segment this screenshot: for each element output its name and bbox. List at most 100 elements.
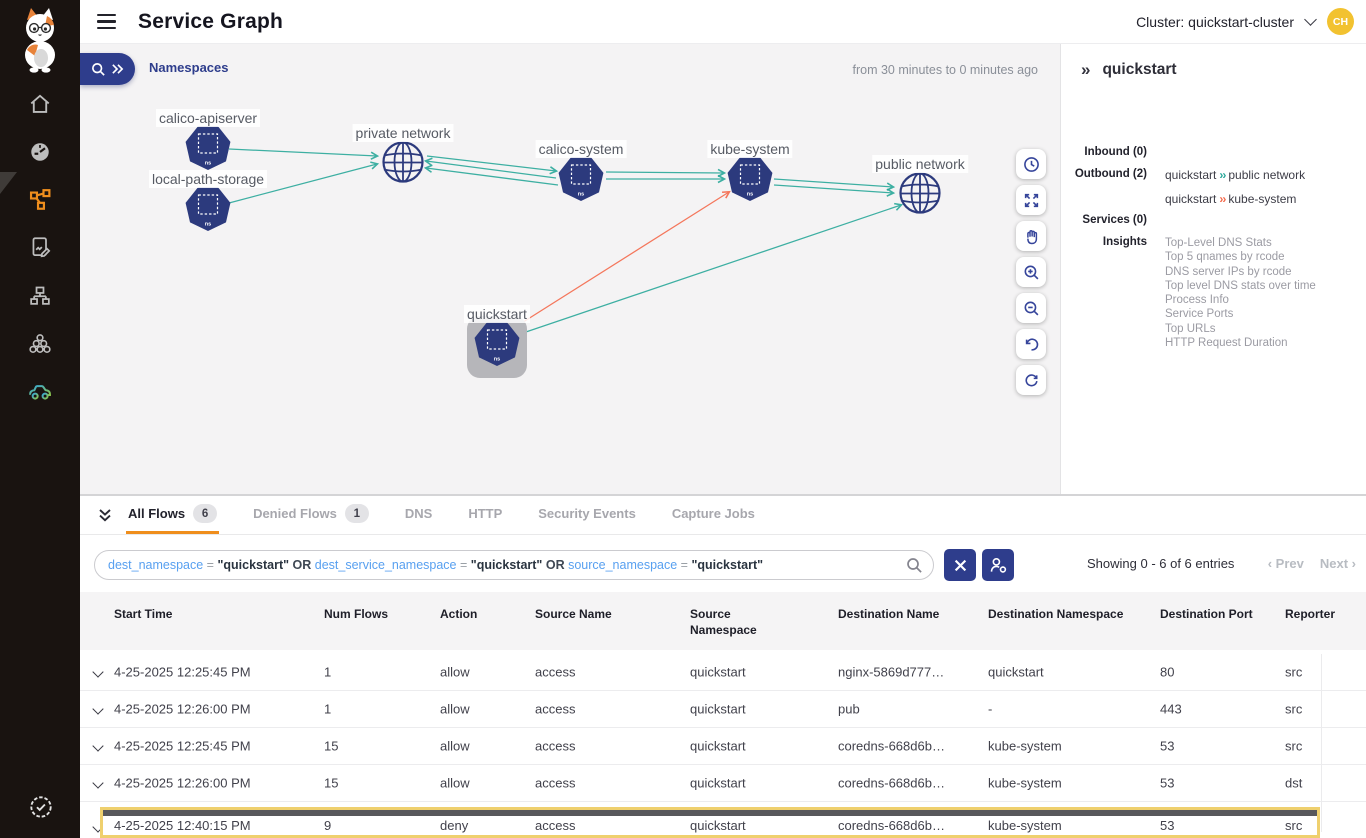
customize-columns-button[interactable] — [982, 549, 1014, 581]
panel-collapse-button[interactable] — [94, 496, 116, 534]
flows-panel: All Flows6 Denied Flows1 DNS HTTP Security E… — [80, 494, 1366, 838]
zoom-in-button[interactable] — [1016, 257, 1046, 287]
flow-row-highlighted[interactable]: 4-25-2025 12:40:15 PM9denyaccessquicksta… — [100, 807, 1320, 838]
sidebar-item-network-infrastructure[interactable] — [18, 276, 62, 316]
column-header-destination-port[interactable]: Destination Port — [1160, 606, 1255, 622]
edge-calico-system-to-private-network — [426, 168, 558, 185]
flow-cell: quickstart — [690, 739, 746, 754]
sidebar-item-policies[interactable] — [18, 227, 62, 267]
pan-button[interactable] — [1016, 221, 1046, 251]
menu-toggle-button[interactable] — [94, 9, 120, 35]
insight-link[interactable]: Top 5 qnames by rcode — [1165, 250, 1316, 264]
flow-row[interactable]: 4-25-2025 12:26:00 PM1allowaccessquickst… — [80, 691, 1366, 728]
query-token-op: = — [457, 558, 471, 572]
tab-all-flows[interactable]: All Flows6 — [126, 496, 219, 534]
flow-cell: 443 — [1160, 702, 1182, 717]
sidebar-item-compliance-car[interactable] — [18, 371, 62, 411]
graph-node-local-path-storage[interactable]: ns — [186, 187, 231, 231]
graph-node-quickstart[interactable]: ns — [467, 316, 527, 378]
flow-cell: access — [535, 702, 575, 717]
tab-security-events[interactable]: Security Events — [536, 496, 638, 534]
insight-link[interactable]: HTTP Request Duration — [1165, 336, 1316, 350]
time-range-button[interactable] — [1016, 149, 1046, 179]
horizontal-scrollbar[interactable] — [103, 810, 1317, 816]
flow-cell: 53 — [1160, 818, 1174, 833]
flow-cell: coredns-668d6b… — [838, 818, 945, 833]
undo-button[interactable] — [1016, 329, 1046, 359]
tab-dns[interactable]: DNS — [403, 496, 434, 534]
flow-cell: quickstart — [690, 702, 746, 717]
fit-view-button[interactable] — [1016, 185, 1046, 215]
column-header-num-flows[interactable]: Num Flows — [324, 606, 424, 622]
query-token-op: = — [203, 558, 217, 572]
chevron-down-icon[interactable] — [1304, 13, 1317, 26]
refresh-icon — [1023, 372, 1040, 389]
graph-node-private-network[interactable] — [384, 143, 423, 182]
service-graph-canvas[interactable]: nsnsnsnsns calico-apiserverlocal-path-st… — [80, 44, 1060, 494]
graph-node-kube-system[interactable]: ns — [728, 157, 773, 201]
flow-row[interactable]: 4-25-2025 12:25:45 PM1allowaccessquickst… — [80, 654, 1366, 691]
tab-denied-flows[interactable]: Denied Flows1 — [251, 496, 371, 534]
row-expand-chevron[interactable] — [92, 666, 103, 677]
insight-link[interactable]: Top URLs — [1165, 322, 1316, 336]
column-header-start-time[interactable]: Start Time — [114, 606, 314, 622]
next-page-button[interactable]: Next › — [1320, 556, 1356, 571]
row-expand-chevron[interactable] — [92, 777, 103, 788]
calico-cat-logo[interactable] — [10, 6, 70, 74]
user-settings-icon — [989, 556, 1008, 575]
flow-cell: quickstart — [690, 818, 746, 833]
clear-filter-button[interactable] — [944, 549, 976, 581]
top-bar: Service Graph Cluster: quickstart-cluste… — [80, 0, 1366, 44]
insight-link[interactable]: Process Info — [1165, 293, 1316, 307]
flow-cell: 53 — [1160, 739, 1174, 754]
flow-cell: 4-25-2025 12:25:45 PM — [114, 739, 251, 754]
node-details-panel: » quickstart Inbound (0) Outbound (2) qu… — [1060, 44, 1366, 494]
sidebar-item-dashboards[interactable] — [18, 132, 62, 172]
sidebar-item-verified-badge[interactable] — [24, 790, 58, 824]
flow-row[interactable]: 4-25-2025 12:26:00 PM15allowaccessquicks… — [80, 765, 1366, 802]
flow-row[interactable]: 4-25-2025 12:25:45 PM15allowaccessquicks… — [80, 728, 1366, 765]
sidebar-item-home[interactable] — [18, 84, 62, 124]
node-label-calico-system: calico-system — [536, 140, 627, 158]
column-header-source-name[interactable]: Source Name — [535, 606, 665, 622]
flow-filter-input[interactable]: dest_namespace = "quickstart" OR dest_se… — [94, 550, 934, 580]
column-header-destination-namespace[interactable]: Destination Namespace — [988, 606, 1128, 622]
edge-quickstart-to-kube-system — [509, 192, 729, 331]
sidebar-notch — [0, 172, 17, 194]
query-token-field: dest_service_namespace — [315, 558, 457, 572]
tab-count-badge: 6 — [193, 504, 217, 523]
insight-link[interactable]: Top-Level DNS Stats — [1165, 236, 1316, 250]
flow-cell: coredns-668d6b… — [838, 776, 945, 791]
zoom-out-button[interactable] — [1016, 293, 1046, 323]
search-icon[interactable] — [906, 557, 923, 574]
refresh-button[interactable] — [1016, 365, 1046, 395]
cluster-selector[interactable]: Cluster: quickstart-cluster — [1136, 14, 1294, 30]
user-avatar[interactable]: CH — [1327, 8, 1354, 35]
panel-collapse-icon[interactable]: » — [1081, 60, 1088, 80]
sidebar-item-service-graph[interactable] — [18, 180, 62, 220]
column-header-source-namespace[interactable]: Source Namespace — [690, 606, 800, 638]
outbound-item[interactable]: quickstart››kube-system — [1165, 192, 1296, 206]
insight-link[interactable]: Top level DNS stats over time — [1165, 279, 1316, 293]
tab-capture-jobs[interactable]: Capture Jobs — [670, 496, 757, 534]
graph-node-calico-system[interactable]: ns — [559, 157, 604, 201]
table-scrollbar-track[interactable] — [1321, 654, 1322, 832]
row-expand-chevron[interactable] — [92, 703, 103, 714]
insight-link[interactable]: Service Ports — [1165, 307, 1316, 321]
outbound-item[interactable]: quickstart››public network — [1165, 168, 1305, 182]
column-header-reporter[interactable]: Reporter — [1285, 606, 1355, 622]
flow-cell: quickstart — [988, 665, 1044, 680]
tab-http[interactable]: HTTP — [466, 496, 504, 534]
graph-search-pill[interactable] — [80, 53, 135, 85]
pagination: ‹ Prev Next › — [1268, 556, 1356, 571]
column-header-action[interactable]: Action — [440, 606, 520, 622]
flow-cell: quickstart — [690, 776, 746, 791]
sidebar-item-clusters[interactable] — [18, 324, 62, 364]
graph-node-calico-apiserver[interactable]: ns — [186, 126, 231, 170]
graph-node-public-network[interactable] — [901, 174, 940, 213]
column-header-destination-name[interactable]: Destination Name — [838, 606, 958, 622]
flow-cell: pub — [838, 702, 860, 717]
prev-page-button[interactable]: ‹ Prev — [1268, 556, 1304, 571]
row-expand-chevron[interactable] — [92, 740, 103, 751]
insight-link[interactable]: DNS server IPs by rcode — [1165, 265, 1316, 279]
